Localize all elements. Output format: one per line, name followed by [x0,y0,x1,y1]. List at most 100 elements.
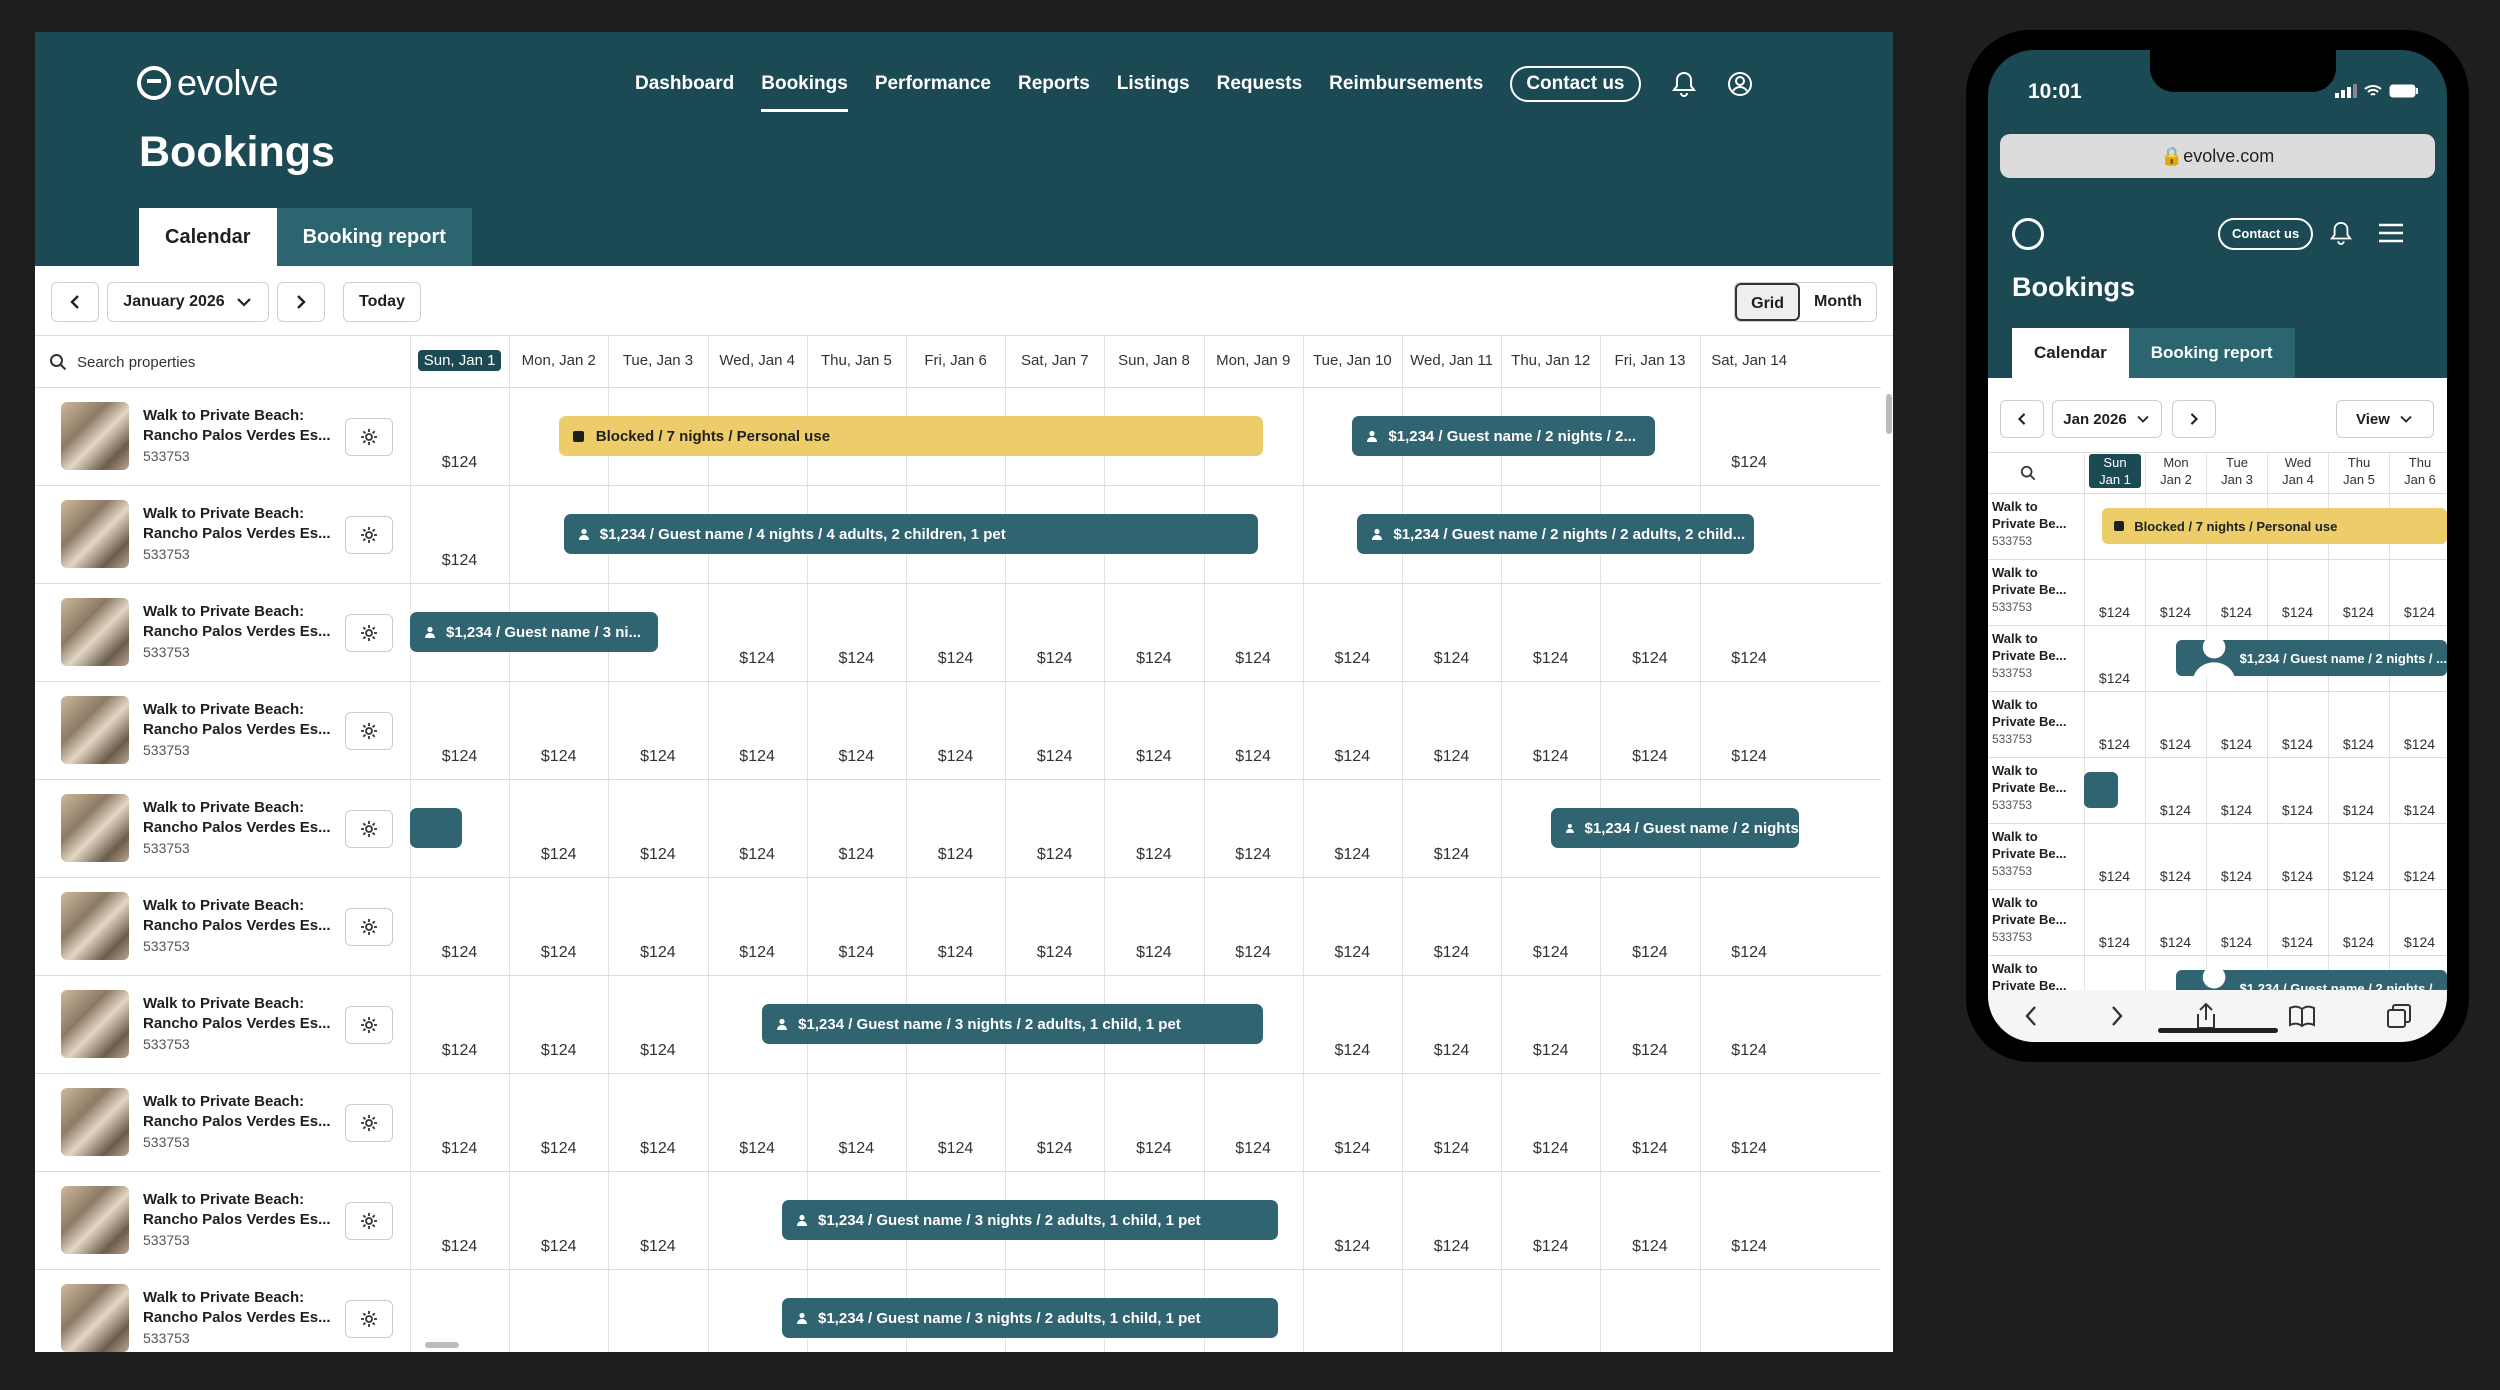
property-name[interactable]: Walk to Private Beach: Rancho Palos Verd… [143,798,333,838]
mobile-nightly-price: $124 [2342,604,2375,620]
booking-bar[interactable]: $1,234 / Guest name / 2 nights / 2... [1352,416,1655,456]
bell-icon[interactable] [1669,69,1699,99]
property-name[interactable]: Walk to Private Beach: Rancho Palos Verd… [143,1190,333,1230]
tabs-icon[interactable] [2386,1003,2412,1029]
vertical-scrollbar[interactable] [1886,394,1892,434]
grid-view-button[interactable]: Grid [1735,283,1801,321]
mobile-property-name[interactable]: Walk to Private Be... [1992,960,2078,994]
mobile-property-name[interactable]: Walk to Private Be... [1992,894,2078,928]
contact-us-button[interactable]: Contact us [1510,66,1641,102]
mobile-property-name[interactable]: Walk to Private Be... [1992,564,2078,598]
property-thumbnail[interactable] [61,500,129,568]
property-name[interactable]: Walk to Private Beach: Rancho Palos Verd… [143,994,333,1034]
booking-bar[interactable]: $1,234 / Guest name / 3 nights / 2 adult… [762,1004,1264,1044]
mobile-next-button[interactable] [2172,400,2216,438]
property-name[interactable]: Walk to Private Beach: Rancho Palos Verd… [143,406,333,446]
bookmarks-icon[interactable] [2288,1004,2316,1028]
property-settings-button[interactable] [345,516,393,554]
property-settings-button[interactable] [345,1300,393,1338]
property-settings-button[interactable] [345,810,393,848]
nav-requests[interactable]: Requests [1217,64,1303,104]
today-button[interactable]: Today [343,282,421,322]
property-thumbnail[interactable] [61,1186,129,1254]
search-properties[interactable]: Search properties [49,336,195,388]
booking-bar[interactable]: $1,234 / Guest name / 3 nights / 2 adult… [782,1298,1278,1338]
booking-bar[interactable]: $1,234 / Guest name / 3 ni... [410,612,658,652]
mobile-tab-booking-report[interactable]: Booking report [2128,328,2295,378]
nav-dashboard[interactable]: Dashboard [635,64,734,104]
property-settings-button[interactable] [345,1006,393,1044]
nav-listings[interactable]: Listings [1117,64,1190,104]
mobile-view-dropdown[interactable]: View [2336,400,2434,438]
browser-forward-icon[interactable] [2109,1004,2125,1028]
property-settings-button[interactable] [345,712,393,750]
hamburger-menu-icon[interactable] [2378,222,2404,249]
month-view-button[interactable]: Month [1800,283,1876,321]
property-name[interactable]: Walk to Private Beach: Rancho Palos Verd… [143,700,333,740]
blocked-bar[interactable]: Blocked / 7 nights / Personal use [558,416,1264,456]
mobile-booking-bar[interactable] [2084,772,2118,808]
property-thumbnail[interactable] [61,794,129,862]
share-icon[interactable] [2194,1002,2218,1030]
property-settings-button[interactable] [345,614,393,652]
property-name[interactable]: Walk to Private Beach: Rancho Palos Verd… [143,504,333,544]
tab-calendar[interactable]: Calendar [139,208,277,266]
property-name[interactable]: Walk to Private Beach: Rancho Palos Verd… [143,1092,333,1132]
booking-bar[interactable]: $1,234 / Guest name / 2 nights / 2 adult… [1357,514,1755,554]
mobile-property-name[interactable]: Walk to Private Be... [1992,828,2078,862]
gear-icon [361,1115,377,1131]
horizontal-scrollbar[interactable] [425,1342,459,1348]
property-name[interactable]: Walk to Private Beach: Rancho Palos Verd… [143,1288,333,1328]
mobile-property-name[interactable]: Walk to Private Be... [1992,498,2078,532]
nightly-price: $124 [1731,454,1767,471]
mobile-blocked-bar[interactable]: Blocked / 7 nights / Personal use [2102,508,2447,544]
mobile-bell-icon[interactable] [2330,220,2352,251]
month-picker[interactable]: January 2026 [107,282,269,322]
property-settings-button[interactable] [345,908,393,946]
booking-bar[interactable] [410,808,462,848]
property-name[interactable]: Walk to Private Beach: Rancho Palos Verd… [143,602,333,642]
mobile-property-name[interactable]: Walk to Private Be... [1992,696,2078,730]
property-thumbnail[interactable] [61,892,129,960]
booking-bar[interactable]: $1,234 / Guest name / 2 nights [1550,808,1799,848]
mobile-nightly-price: $124 [2281,736,2314,752]
user-account-icon[interactable] [1725,69,1755,99]
nightly-price: $124 [540,944,577,961]
browser-url-bar[interactable]: 🔒evolve.com [2000,134,2435,178]
nav-reports[interactable]: Reports [1018,64,1090,104]
nightly-price: $124 [1136,846,1172,863]
mobile-property-name[interactable]: Walk to Private Be... [1992,762,2078,796]
mobile-month-picker[interactable]: Jan 2026 [2052,400,2162,438]
mobile-property-name[interactable]: Walk to Private Be... [1992,630,2078,664]
mobile-booking-bar[interactable]: $1,234 / Guest name / 2 nights / ... [2175,640,2447,676]
property-thumbnail[interactable] [61,402,129,470]
search-icon[interactable] [2020,465,2036,481]
property-thumbnail[interactable] [61,598,129,666]
mobile-prev-button[interactable] [2000,400,2044,438]
property-thumbnail[interactable] [61,1088,129,1156]
nav-bookings[interactable]: Bookings [761,64,848,112]
next-month-button[interactable] [277,282,325,322]
nightly-price: $124 [1731,944,1767,961]
brand-logo[interactable]: evolve [137,62,279,104]
property-settings-button[interactable] [345,1104,393,1142]
calendar-toolbar: January 2026 Today Grid Month [35,266,1893,336]
property-thumbnail[interactable] [61,696,129,764]
property-name[interactable]: Walk to Private Beach: Rancho Palos Verd… [143,896,333,936]
property-settings-button[interactable] [345,1202,393,1240]
mobile-tab-calendar[interactable]: Calendar [2012,328,2129,378]
prev-month-button[interactable] [51,282,99,322]
nav-reimbursements[interactable]: Reimbursements [1329,64,1483,104]
property-settings-button[interactable] [345,418,393,456]
booking-bar[interactable]: $1,234 / Guest name / 4 nights / 4 adult… [563,514,1259,554]
mobile-contact-button[interactable]: Contact us [2218,218,2314,250]
header: evolve Dashboard Bookings Performance Re… [35,32,1893,266]
property-thumbnail[interactable] [61,990,129,1058]
tab-booking-report[interactable]: Booking report [276,208,472,266]
evolve-logo-icon[interactable] [2012,218,2044,250]
booking-bar[interactable]: $1,234 / Guest name / 3 nights / 2 adult… [782,1200,1278,1240]
browser-back-icon[interactable] [2023,1004,2039,1028]
nav-performance[interactable]: Performance [875,64,991,104]
property-thumbnail[interactable] [61,1284,129,1352]
mobile-property-row: Walk to Private Be... 533753 $124 $1,234 / … [1988,626,2447,692]
